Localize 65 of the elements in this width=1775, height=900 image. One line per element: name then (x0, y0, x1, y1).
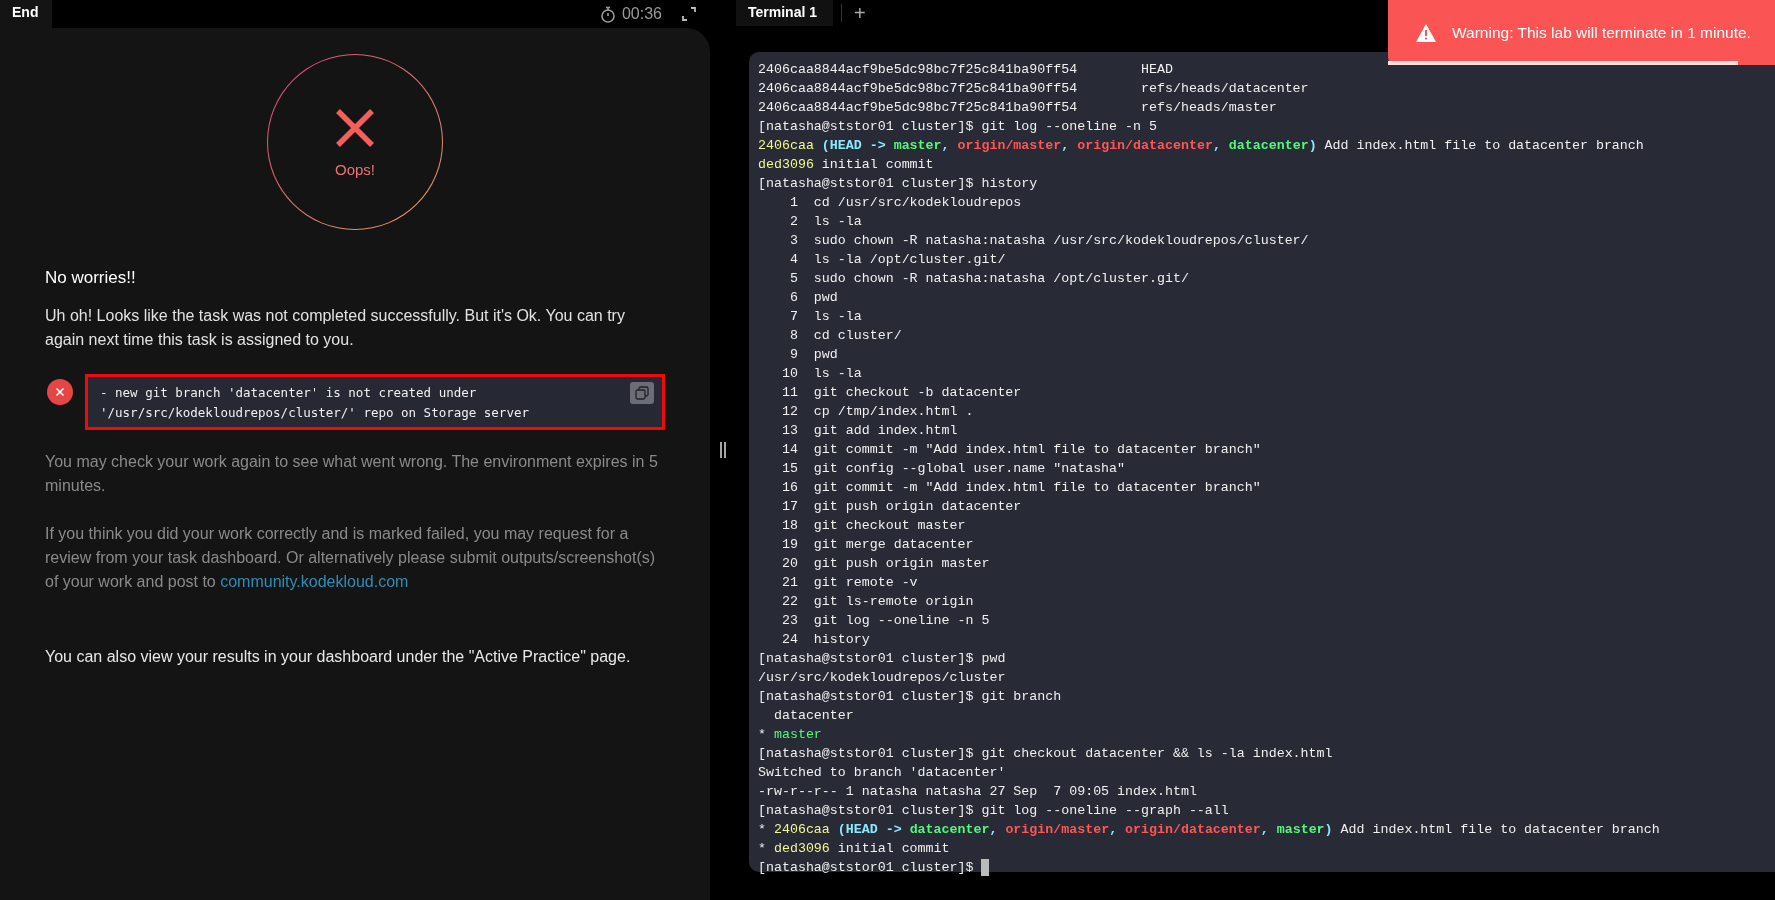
result-message: Uh oh! Looks like the task was not completed successfully. But it's Ok. You can try again next time this task is assigned to you. (45, 306, 626, 350)
terminal-line: 18 git checkout master (780, 517, 967, 535)
terminal-line: 6 pwd (788, 289, 839, 307)
new-tab-button[interactable]: + (854, 1, 866, 25)
terminal-line: 8 cd cluster/ (788, 327, 903, 345)
terminal-line: 21 git remote -v (780, 574, 919, 592)
terminal-line: 19 git merge datacenter (780, 536, 975, 554)
terminal-line: [natasha@ststor01 cluster]$ history (758, 175, 1039, 193)
terminal-line: 15 git config --global user.name "natasha" (780, 460, 1127, 478)
terminal-line: 17 git push origin datacenter (780, 498, 1023, 516)
terminal-line: 20 git push origin master (780, 555, 991, 573)
warning-message: Warning: This lab will terminate in 1 minute. (1452, 23, 1751, 42)
terminal-line: 2406caa8844acf9be5dc98bc7f25c841ba90ff54 refs/heads/master (758, 99, 1278, 117)
terminal-line: 4 ls -la /opt/cluster.git/ (788, 251, 1007, 269)
terminal-line: 2406caa (HEAD -> master, origin/master, origin/datacenter, datacenter) Add index.html file to datacenter branch (758, 137, 1645, 155)
fullscreen-icon[interactable] (682, 7, 696, 21)
terminal-line: 2406caa8844acf9be5dc98bc7f25c841ba90ff54 HEAD (758, 61, 1174, 79)
terminal-line: -rw-r--r-- 1 natasha natasha 27 Sep 7 09:05 index.html (758, 783, 1198, 801)
error-message: - new git branch 'datacenter' is not created under '/usr/src/kodekloudrepos/cluster/' repo on Storage server (100, 384, 530, 422)
community-link[interactable]: community.kodekloud.com (220, 573, 409, 590)
terminal-line: 24 history (780, 631, 871, 649)
terminal-line: [natasha@ststor01 cluster]$ pwd (758, 650, 1007, 668)
terminal-line: [natasha@ststor01 cluster]$ (758, 858, 1767, 877)
terminal-line: 14 git commit -m "Add index.html file to datacenter branch" (780, 441, 1262, 459)
terminal-line: ded3096 initial commit (758, 156, 935, 174)
terminal-line: 13 git add index.html (780, 422, 959, 440)
terminal-line: 5 sudo chown -R natasha:natasha /opt/cluster.git/ (788, 270, 1190, 288)
terminal-line: 9 pwd (788, 346, 839, 364)
copy-button[interactable] (630, 382, 654, 404)
terminal-line: 3 sudo chown -R natasha:natasha /usr/src/kodekloudrepos/cluster/ (788, 232, 1310, 250)
terminal-line: 12 cp /tmp/index.html . (780, 403, 975, 421)
terminal-line: /usr/src/kodekloudrepos/cluster (758, 669, 1007, 687)
terminal-line: 22 git ls-remote origin (780, 593, 975, 611)
terminal-line: 23 git log --oneline -n 5 (780, 612, 991, 630)
terminal-line: 2 ls -la (788, 213, 863, 231)
terminal-line: * master (758, 726, 823, 744)
copy-icon (635, 386, 649, 400)
terminal-line: 16 git commit -m "Add index.html file to datacenter branch" (780, 479, 1262, 497)
error-icon (47, 379, 73, 405)
terminal-line: 11 git checkout -b datacenter (780, 384, 1023, 402)
terminal-line: datacenter (772, 707, 855, 725)
terminal-line: * 2406caa (HEAD -> datacenter, origin/master, origin/datacenter, master) Add index.html file to datacenter branch (758, 821, 1661, 839)
terminal-line: 1 cd /usr/src/kodekloudrepos (788, 194, 1023, 212)
terminal-line: [natasha@ststor01 cluster]$ git log --oneline -n 5 (758, 118, 1158, 136)
timer: 00:36 (621, 5, 662, 23)
terminal-line: [natasha@ststor01 cluster]$ git branch (758, 688, 1063, 706)
dashboard-note: You can also view your results in your dashboard under the "Active Practice" page. (45, 647, 632, 667)
warning-icon (1416, 23, 1436, 42)
terminal-line: 7 ls -la (788, 308, 863, 326)
terminal-tab[interactable]: Terminal 1 (736, 0, 833, 26)
terminal-line: Switched to branch 'datacenter' (758, 764, 1007, 782)
text-cursor (981, 859, 990, 876)
terminal-line: [natasha@ststor01 cluster]$ git log --oneline --graph --all (758, 802, 1230, 820)
terminal-line: [natasha@ststor01 cluster]$ git checkout datacenter && ls -la index.html (758, 745, 1334, 763)
end-tab[interactable]: End (0, 0, 53, 28)
result-heading: No worries!! (45, 268, 137, 288)
terminal-line: 2406caa8844acf9be5dc98bc7f25c841ba90ff54 refs/heads/datacenter (758, 80, 1310, 98)
terminal-line: * ded3096 initial commit (758, 840, 951, 858)
review-text: If you think you did your work correctly and is marked failed, you may request for a review from your task dashboard. Or alternatively please submit outputs/screenshot(s) of your work and post to community.kodekloud.com (45, 524, 657, 592)
check-again-text: You may check your work again to see what went wrong. The environment expires in 5 minutes. (45, 452, 659, 496)
resize-handle-icon[interactable] (720, 442, 726, 458)
terminal-line: 10 ls -la (780, 365, 863, 383)
stopwatch-icon (599, 5, 616, 23)
cross-icon (334, 106, 376, 149)
status-text: Oops! (335, 160, 375, 178)
